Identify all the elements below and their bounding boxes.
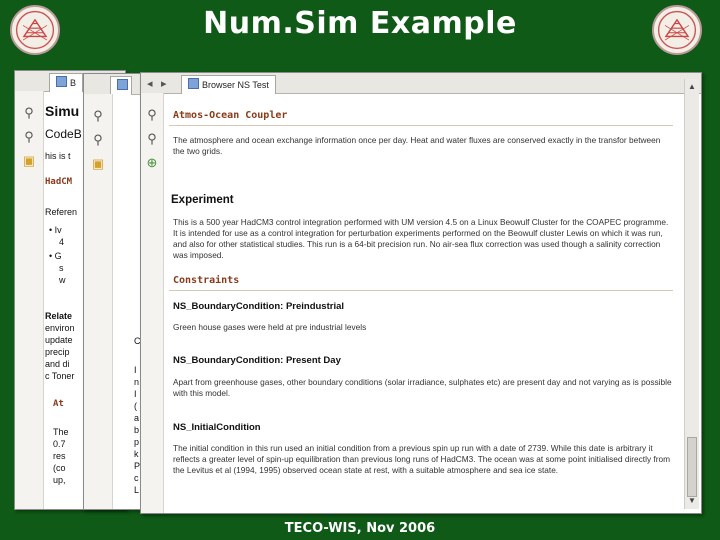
tab-ns-test[interactable]: Browser NS Test — [181, 75, 276, 94]
experiment-heading: Experiment — [171, 194, 234, 206]
body-line: (co — [53, 463, 66, 473]
search-icon[interactable]: ⚲ — [90, 108, 106, 124]
scroll-thumb[interactable] — [687, 437, 697, 497]
tab-browser[interactable] — [110, 76, 132, 95]
scroll-up-icon[interactable]: ▲ — [686, 81, 698, 93]
constraint-text: Apart from greenhouse gases, other bound… — [173, 377, 672, 398]
page-content: Atmos-Ocean Coupler The atmosphere and o… — [165, 97, 675, 513]
bullet-text: 4 — [59, 237, 65, 247]
page-subheading: CodeB — [45, 127, 82, 141]
vertical-scrollbar[interactable]: ▲ ▼ — [684, 79, 699, 509]
constraint-heading: NS_InitialCondition — [173, 422, 261, 433]
body-line: and di — [45, 359, 70, 369]
search-icon[interactable]: ⚲ — [21, 105, 37, 121]
tool-sidebar: ⚲ ⚲ ▣ — [15, 91, 44, 509]
bullet-text: s — [59, 263, 64, 273]
add-icon[interactable]: ⊕ — [144, 155, 160, 171]
search-icon[interactable]: ⚲ — [90, 132, 106, 148]
constraint-text: Green house gases were held at pre indus… — [173, 322, 367, 332]
tool-sidebar: ⚲ ⚲ ⊕ — [141, 93, 164, 513]
browser-icon — [188, 78, 199, 89]
lock-icon[interactable]: ▣ — [90, 156, 106, 172]
tool-sidebar: ⚲ ⚲ ▣ — [84, 94, 113, 509]
lock-icon[interactable]: ▣ — [21, 153, 37, 169]
body-line: precip — [45, 347, 70, 357]
body-line: environ — [45, 323, 75, 333]
intro-text: his is t — [45, 151, 71, 161]
body-line: up, — [53, 475, 66, 485]
constraint-text: The initial condition in this run used a… — [173, 443, 670, 475]
search-icon[interactable]: ⚲ — [144, 131, 160, 147]
section-title: HadCM — [45, 177, 73, 187]
back-icon[interactable]: ◂ — [147, 77, 159, 90]
page-heading: Simu — [45, 103, 80, 119]
forward-icon[interactable]: ▸ — [161, 77, 173, 90]
search-icon[interactable]: ⚲ — [21, 129, 37, 145]
body-line: 0.7 — [53, 439, 66, 449]
constraints-title: Constraints — [169, 272, 673, 291]
tab-label: B — [70, 78, 77, 88]
browser-window-front[interactable]: Browser NS Test ◂ ▸ ⚲ ⚲ ⊕ Atmos-Ocean Co… — [140, 72, 702, 514]
browser-icon — [56, 76, 67, 87]
scroll-down-icon[interactable]: ▼ — [686, 495, 698, 507]
constraint-heading: NS_BoundaryCondition: Present Day — [173, 355, 341, 366]
tab-bar: Browser NS Test ◂ ▸ — [141, 73, 701, 94]
bullet-item: • Iv — [49, 225, 62, 235]
section-title: At — [53, 399, 64, 409]
university-seal-logo — [10, 5, 60, 55]
search-icon[interactable]: ⚲ — [144, 107, 160, 123]
bullet-item: • G — [49, 251, 62, 261]
bullet-text: w — [59, 275, 66, 285]
university-seal-logo — [652, 5, 702, 55]
body-line: update — [45, 335, 73, 345]
coupler-text: The atmosphere and ocean exchange inform… — [173, 135, 661, 156]
slide-title: Num.Sim Example — [203, 6, 517, 41]
references-label: Referen — [45, 207, 78, 217]
browser-icon — [117, 79, 128, 90]
constraint-heading: NS_BoundaryCondition: Preindustrial — [173, 301, 345, 312]
coupler-title: Atmos-Ocean Coupler — [169, 107, 673, 126]
related-heading: Relate — [45, 311, 73, 321]
body-line: res — [53, 451, 66, 461]
body-line: The — [53, 427, 69, 437]
tab-browser[interactable]: B — [49, 73, 84, 92]
experiment-text: This is a 500 year HadCM3 control integr… — [173, 217, 669, 260]
tab-label: Browser NS Test — [202, 80, 269, 90]
slide-footer: TECO-WIS, Nov 2006 — [284, 521, 436, 536]
body-line: c Toner — [45, 371, 75, 381]
